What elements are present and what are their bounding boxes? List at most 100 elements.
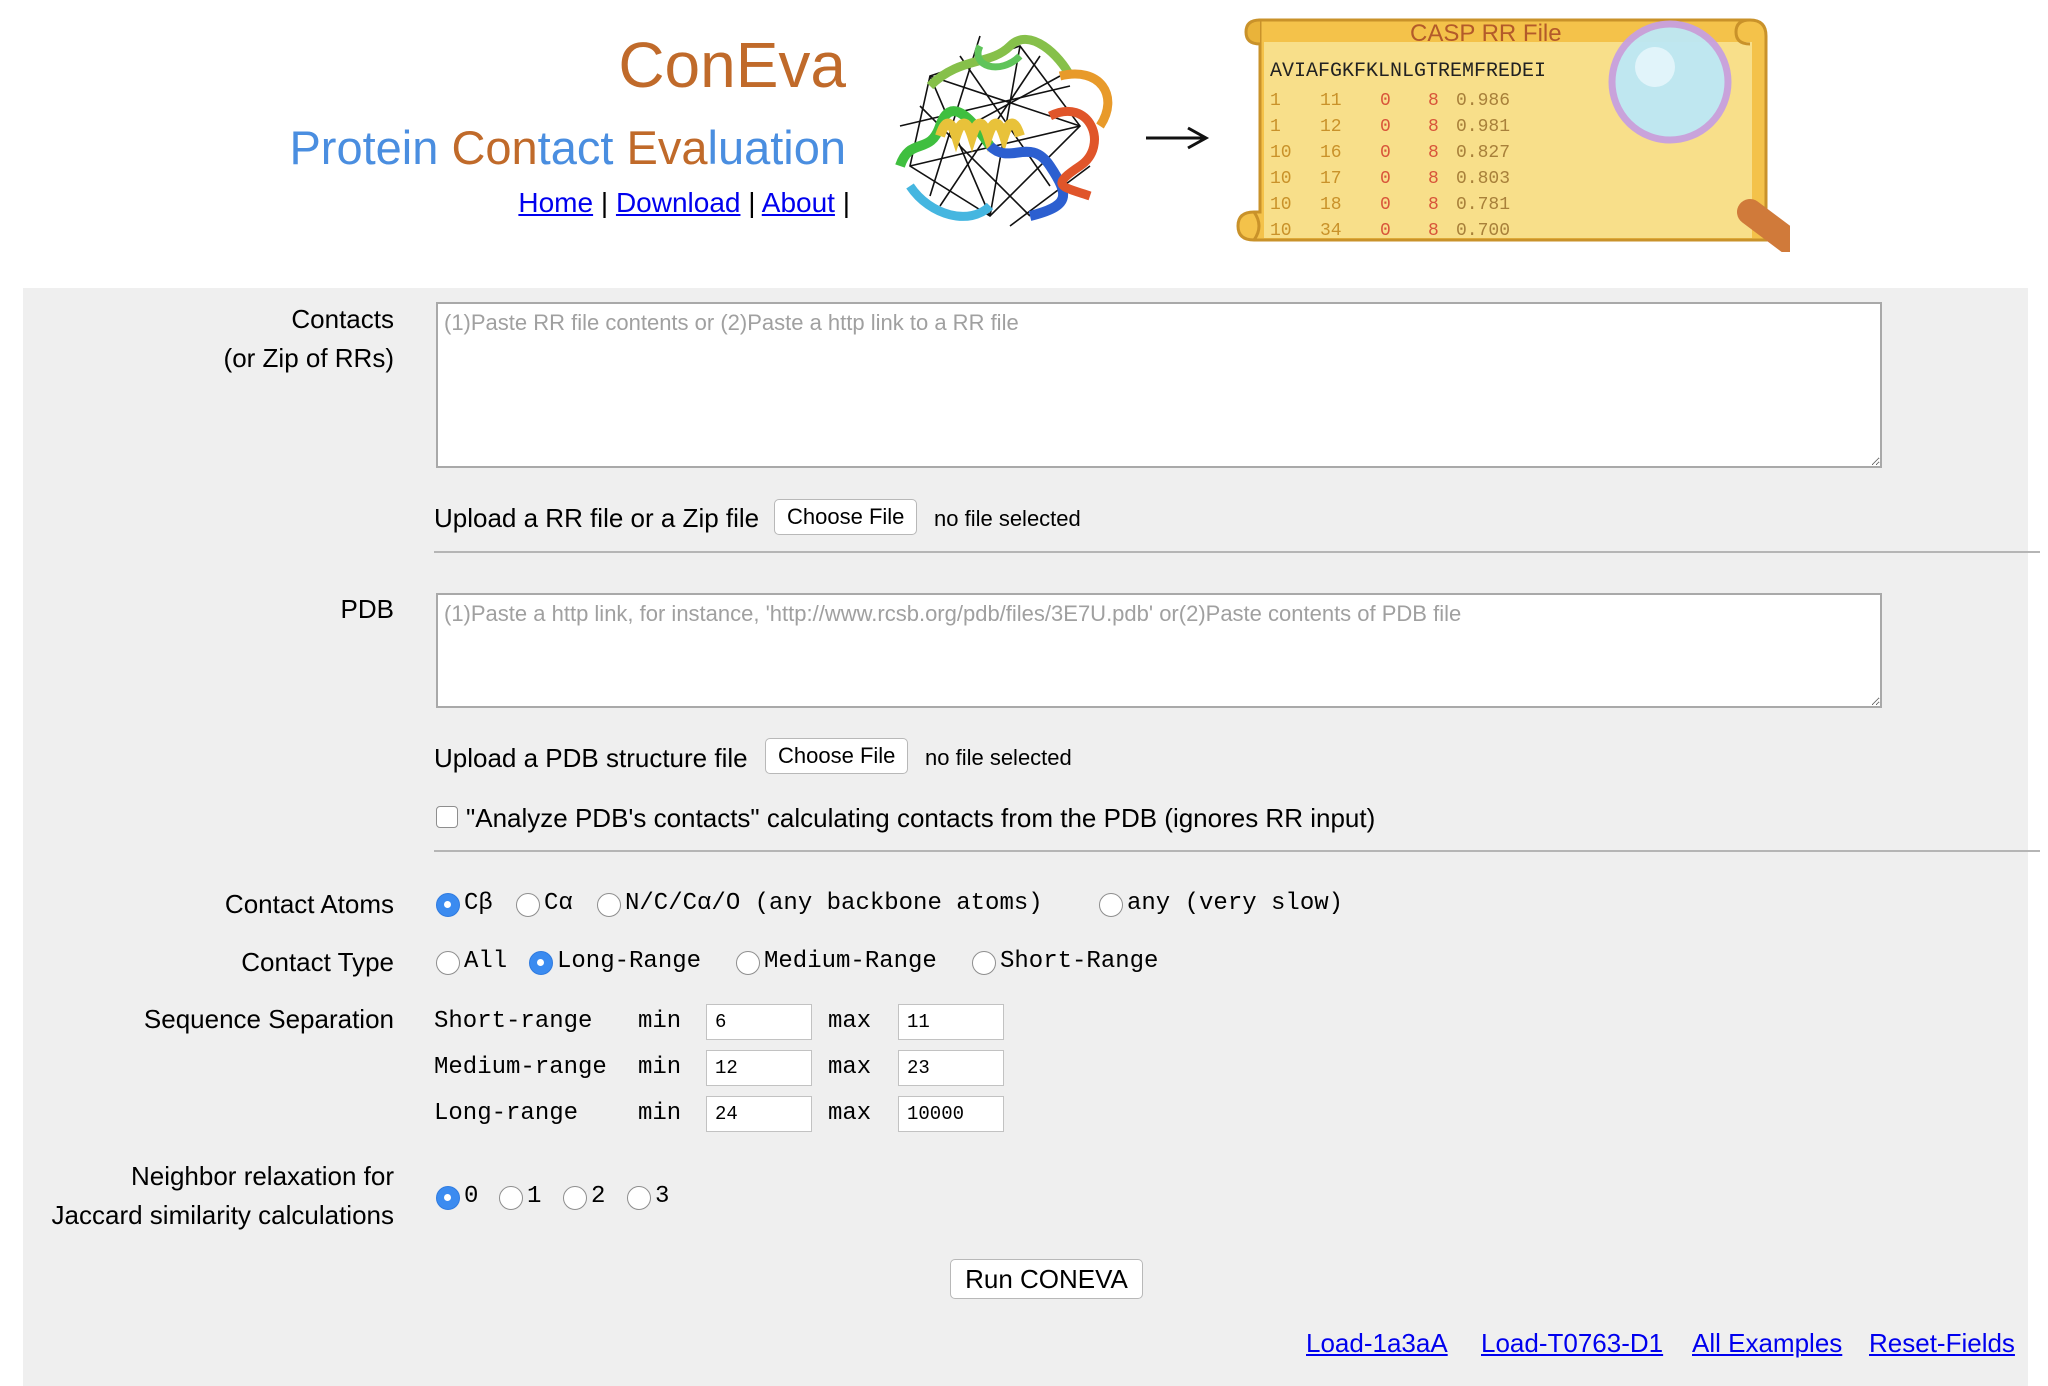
pdb-label: PDB bbox=[340, 594, 394, 624]
scroll-cell: 0.803 bbox=[1456, 169, 1511, 189]
medium-range-max-input[interactable] bbox=[898, 1050, 1004, 1086]
analyze-pdb-label: "Analyze PDB's contacts" calculating con… bbox=[466, 803, 1376, 833]
load-1a3aa-link[interactable]: Load-1a3aA bbox=[1306, 1328, 1448, 1359]
scroll-cell: 1 bbox=[1270, 117, 1281, 137]
type-all-radio[interactable] bbox=[436, 951, 460, 975]
atoms-cb-label: Cβ bbox=[464, 890, 493, 917]
long-range-min-input[interactable] bbox=[706, 1096, 812, 1132]
reset-fields-link[interactable]: Reset-Fields bbox=[1869, 1328, 2015, 1359]
scroll-cell: 0 bbox=[1380, 91, 1391, 111]
sequence-separation-label: Sequence Separation bbox=[143, 1004, 394, 1034]
coneva-form: Contacts (or Zip of RRs) Upload a RR fil… bbox=[23, 288, 2040, 1386]
scroll-cell: 17 bbox=[1320, 169, 1342, 189]
scroll-cell: 8 bbox=[1428, 143, 1439, 163]
short-range-label: Short-range bbox=[434, 1008, 593, 1035]
relaxation-1-radio[interactable] bbox=[499, 1186, 523, 1210]
scroll-cell: 0.986 bbox=[1456, 91, 1511, 111]
short-range-min-input[interactable] bbox=[706, 1004, 812, 1040]
long-range-min-label: min bbox=[638, 1100, 682, 1127]
pdb-choose-file-button[interactable]: Choose File bbox=[765, 738, 909, 774]
atoms-backbone-label: N/C/Cα/O (any backbone atoms) bbox=[625, 890, 1043, 917]
analyze-pdb-checkbox[interactable] bbox=[436, 806, 458, 828]
type-long-range-radio[interactable] bbox=[529, 951, 553, 975]
atoms-ca-radio[interactable] bbox=[516, 893, 540, 917]
medium-range-label: Medium-range bbox=[434, 1054, 607, 1081]
scroll-cell: 0 bbox=[1380, 169, 1391, 189]
contacts-label-line2: (or Zip of RRs) bbox=[223, 343, 394, 373]
nav-separator: | bbox=[593, 187, 616, 218]
nav-home-link[interactable]: Home bbox=[518, 187, 593, 218]
scroll-cell: 10 bbox=[1270, 221, 1292, 241]
contacts-textarea[interactable] bbox=[436, 302, 1882, 468]
run-coneva-button[interactable]: Run CONEVA bbox=[950, 1259, 1143, 1299]
contact-atoms-label: Contact Atoms bbox=[224, 889, 394, 919]
page-header: ConEva Protein Contact Evaluation Home |… bbox=[0, 0, 2048, 285]
scroll-cell: 8 bbox=[1428, 169, 1439, 189]
long-range-max-label: max bbox=[828, 1100, 872, 1127]
atoms-any-radio[interactable] bbox=[1099, 893, 1123, 917]
long-range-max-input[interactable] bbox=[898, 1096, 1004, 1132]
medium-range-min-label: min bbox=[638, 1054, 682, 1081]
scroll-sequence: AVIAFGKFKLNLGTREMFREDEI bbox=[1270, 60, 1547, 83]
atoms-ca-label: Cα bbox=[544, 890, 573, 917]
all-examples-link[interactable]: All Examples bbox=[1692, 1328, 1842, 1359]
scroll-cell: 10 bbox=[1270, 195, 1292, 215]
type-short-range-label: Short-Range bbox=[1000, 948, 1159, 975]
medium-range-max-label: max bbox=[828, 1054, 872, 1081]
app-subtitle: Protein Contact Evaluation bbox=[289, 120, 846, 175]
subtitle-part: luation bbox=[707, 121, 847, 174]
type-all-label: All bbox=[464, 948, 508, 975]
type-medium-range-radio[interactable] bbox=[736, 951, 760, 975]
contacts-label: Contacts (or Zip of RRs) bbox=[224, 300, 394, 378]
short-range-max-input[interactable] bbox=[898, 1004, 1004, 1040]
relaxation-2-radio[interactable] bbox=[563, 1186, 587, 1210]
nav-about-link[interactable]: About bbox=[762, 187, 835, 218]
pdb-upload-label: Upload a PDB structure file bbox=[434, 743, 748, 773]
scroll-cell: 12 bbox=[1320, 117, 1342, 137]
scroll-cell: 0.700 bbox=[1456, 221, 1511, 241]
scroll-cell: 8 bbox=[1428, 195, 1439, 215]
scroll-cell: 0 bbox=[1380, 195, 1391, 215]
contacts-label-line1: Contacts bbox=[291, 304, 394, 334]
medium-range-min-input[interactable] bbox=[706, 1050, 812, 1086]
scroll-cell: 18 bbox=[1320, 195, 1342, 215]
neighbor-relaxation-label: Neighbor relaxation for Jaccard similari… bbox=[52, 1157, 394, 1235]
scroll-cell: 8 bbox=[1428, 91, 1439, 111]
nav-separator: | bbox=[834, 187, 850, 218]
scroll-cell: 10 bbox=[1270, 169, 1292, 189]
neighbor-relaxation-line2: Jaccard similarity calculations bbox=[51, 1200, 394, 1230]
scroll-title: CASP RR File bbox=[1410, 20, 1562, 47]
subtitle-part: tact bbox=[537, 121, 627, 174]
relaxation-3-label: 3 bbox=[655, 1183, 670, 1210]
neighbor-relaxation-line1: Neighbor relaxation for bbox=[130, 1161, 394, 1191]
scroll-cell: 0.781 bbox=[1456, 195, 1511, 215]
type-long-range-label: Long-Range bbox=[557, 948, 702, 975]
arrow-right-icon bbox=[1146, 126, 1210, 150]
atoms-backbone-radio[interactable] bbox=[597, 893, 621, 917]
divider bbox=[434, 850, 2040, 852]
nav-download-link[interactable]: Download bbox=[616, 187, 741, 218]
short-range-min-label: min bbox=[638, 1008, 682, 1035]
long-range-label: Long-range bbox=[434, 1100, 579, 1127]
pdb-textarea[interactable] bbox=[436, 593, 1882, 708]
short-range-max-label: max bbox=[828, 1008, 872, 1035]
protein-structure-image bbox=[895, 35, 1113, 227]
scroll-cell: 10 bbox=[1270, 143, 1292, 163]
rr-file-scroll-image: CASP RR File AVIAFGKFKLNLGTREMFREDEI 1 11… bbox=[1230, 12, 1790, 252]
scroll-cell: 11 bbox=[1320, 91, 1342, 111]
scroll-cell: 0 bbox=[1380, 143, 1391, 163]
nav-separator: | bbox=[740, 187, 762, 218]
relaxation-3-radio[interactable] bbox=[627, 1186, 651, 1210]
subtitle-part: Protein bbox=[289, 121, 452, 174]
scroll-cell: 0 bbox=[1380, 221, 1391, 241]
scroll-cell: 16 bbox=[1320, 143, 1342, 163]
top-nav: Home | Download | About | bbox=[518, 187, 850, 219]
subtitle-part: Con bbox=[451, 121, 538, 174]
scroll-cell: 0 bbox=[1380, 117, 1391, 137]
load-t0763-d1-link[interactable]: Load-T0763-D1 bbox=[1481, 1328, 1663, 1359]
relaxation-0-radio[interactable] bbox=[436, 1186, 460, 1210]
scroll-cell: 0.981 bbox=[1456, 117, 1511, 137]
type-short-range-radio[interactable] bbox=[972, 951, 996, 975]
rr-choose-file-button[interactable]: Choose File bbox=[774, 499, 918, 535]
atoms-cb-radio[interactable] bbox=[436, 893, 460, 917]
